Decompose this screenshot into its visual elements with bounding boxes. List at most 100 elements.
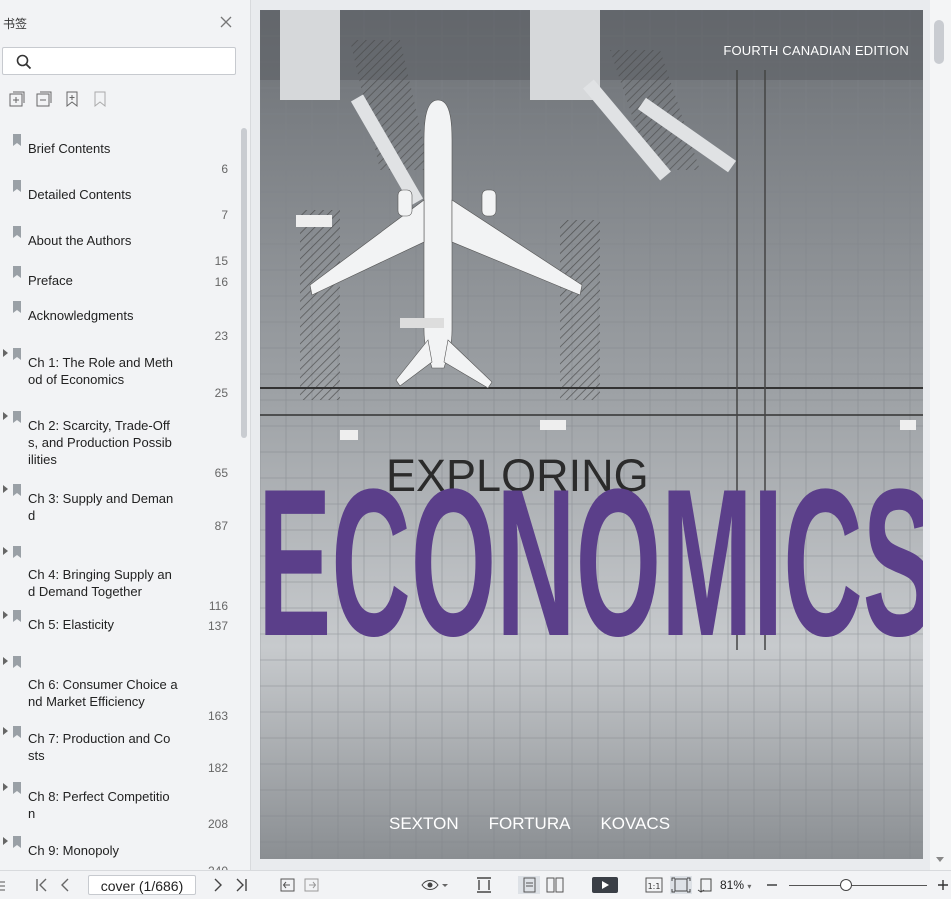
bookmark-item[interactable]: Ch 3: Supply and Deman d 87 <box>0 484 238 535</box>
expand-arrow-icon[interactable] <box>3 837 8 845</box>
bookmark-page-number: 182 <box>207 761 228 775</box>
bookmark-icon <box>13 546 21 558</box>
expand-arrow-icon[interactable] <box>3 349 8 357</box>
bookmark-item[interactable]: Ch 7: Production and Co sts 182 <box>0 726 238 777</box>
author-name: FORTURA <box>488 814 571 833</box>
bookmark-list: Brief Contents 6 Detailed Contents 7 About t… <box>0 128 238 870</box>
zoom-slider-track[interactable] <box>789 885 927 886</box>
document-view: FOURTH CANADIAN EDITION EXPLORING ECONOM… <box>251 0 951 870</box>
bookmark-item[interactable]: Ch 6: Consumer Choice a nd Market Effici… <box>0 656 238 725</box>
remove-bookmark-icon[interactable] <box>91 90 109 108</box>
bookmark-label: Ch 1: The Role and Meth od of Economics <box>28 355 174 387</box>
bookmark-item[interactable]: About the Authors 15 <box>0 226 238 270</box>
bookmark-label: Acknowledgments <box>28 308 134 323</box>
bookmark-page-number: 137 <box>207 619 228 633</box>
bookmark-item[interactable]: Brief Contents 6 <box>0 134 238 178</box>
bookmark-item[interactable]: Detailed Contents 7 <box>0 180 238 224</box>
bookmark-icon <box>13 836 21 848</box>
expand-arrow-icon[interactable] <box>3 727 8 735</box>
forward-icon[interactable] <box>303 876 321 894</box>
bookmark-icon <box>13 726 21 738</box>
sidebar-toggle-icon[interactable] <box>0 876 6 894</box>
scroll-down-icon[interactable] <box>935 856 945 864</box>
sidebar-scrollbar[interactable] <box>241 128 247 438</box>
slideshow-play-icon[interactable] <box>592 876 618 894</box>
zoom-slider-handle[interactable] <box>839 879 852 891</box>
bookmark-item[interactable]: Ch 8: Perfect Competitio n 208 <box>0 782 238 833</box>
bookmark-item[interactable]: Ch 1: The Role and Meth od of Economics 2… <box>0 348 238 402</box>
expand-arrow-icon[interactable] <box>3 657 8 665</box>
bookmark-page-number: 7 <box>221 208 228 222</box>
last-page-icon[interactable] <box>234 876 250 894</box>
scrollbar-thumb[interactable] <box>934 20 944 64</box>
bookmark-item[interactable]: Ch 5: Elasticity 137 <box>0 610 238 635</box>
two-page-icon[interactable] <box>545 876 565 894</box>
bookmark-page-number: 6 <box>221 162 228 176</box>
bookmark-label: Preface <box>28 273 73 288</box>
bookmark-icon <box>13 134 21 146</box>
view-mode-icon[interactable] <box>420 876 448 894</box>
bookmark-icon <box>13 411 21 423</box>
back-icon[interactable] <box>279 876 297 894</box>
search-input[interactable] <box>41 51 230 73</box>
bookmark-label: Ch 4: Bringing Supply an d Demand Togeth… <box>28 567 172 599</box>
bookmark-item[interactable]: Acknowledgments 23 <box>0 301 238 345</box>
bookmark-label: Ch 9: Monopoly <box>28 843 120 858</box>
add-bookmark-icon[interactable] <box>63 90 81 108</box>
bookmark-page-number: 15 <box>214 254 228 268</box>
expand-arrow-icon[interactable] <box>3 547 8 555</box>
panel-title: 书签 <box>3 17 28 31</box>
bookmark-icon <box>13 484 21 496</box>
bookmark-icon <box>13 782 21 794</box>
collapse-all-icon[interactable] <box>35 90 53 108</box>
expand-arrow-icon[interactable] <box>3 412 8 420</box>
bookmark-label: Detailed Contents <box>28 187 132 202</box>
edition-label: FOURTH CANADIAN EDITION <box>723 43 909 58</box>
bookmark-label: Ch 5: Elasticity <box>28 617 114 632</box>
zoom-in-icon[interactable] <box>936 876 950 894</box>
svg-text:1:1: 1:1 <box>648 882 661 891</box>
next-page-icon[interactable] <box>211 876 225 894</box>
bookmark-item[interactable]: Ch 9: Monopoly240 <box>0 836 238 870</box>
expand-all-icon[interactable] <box>8 90 26 108</box>
expand-arrow-icon[interactable] <box>3 485 8 493</box>
authors-line: SEXTON FORTURA KOVACS <box>389 814 700 834</box>
zoom-out-icon[interactable] <box>765 876 779 894</box>
bookmark-label: Brief Contents <box>28 141 111 156</box>
bookmark-icon <box>13 301 21 313</box>
single-page-icon[interactable] <box>518 876 540 894</box>
bookmark-item[interactable]: Preface 16 <box>0 266 238 291</box>
svg-text:ECONOMICS: ECONOMICS <box>260 470 923 660</box>
first-page-icon[interactable] <box>33 876 49 894</box>
previous-page-icon[interactable] <box>58 876 72 894</box>
bookmark-page-number: 16 <box>214 275 228 289</box>
bookmark-page-number: 65 <box>214 466 228 480</box>
bookmark-toolbar <box>0 90 250 110</box>
bookmark-label: About the Authors <box>28 233 132 248</box>
search-icon <box>16 54 32 70</box>
rotate-icon[interactable] <box>697 876 715 894</box>
bookmark-item[interactable]: Ch 2: Scarcity, Trade-Off s, and Product… <box>0 411 238 482</box>
bookmark-item[interactable]: Ch 4: Bringing Supply an d Demand Togeth… <box>0 546 238 615</box>
bookmark-icon <box>13 348 21 360</box>
bookmark-page-number: 163 <box>207 709 228 723</box>
expand-arrow-icon[interactable] <box>3 611 8 619</box>
zoom-level[interactable]: 81% ▾ <box>720 878 751 892</box>
expand-arrow-icon[interactable] <box>3 783 8 791</box>
bookmark-label: Ch 2: Scarcity, Trade-Off s, and Product… <box>28 418 172 467</box>
zoom-value: 81% <box>720 878 745 892</box>
fit-page-icon[interactable] <box>670 876 692 894</box>
bookmark-icon <box>13 266 21 278</box>
bookmark-label: Ch 8: Perfect Competitio n <box>28 789 170 821</box>
author-name: SEXTON <box>389 814 459 833</box>
bookmark-label: Ch 6: Consumer Choice a nd Market Effici… <box>28 677 178 709</box>
fit-width-icon[interactable] <box>475 876 493 894</box>
actual-size-icon[interactable]: 1:1 <box>645 876 663 894</box>
bookmark-icon <box>13 226 21 238</box>
page-number-input[interactable]: cover (1/686) <box>88 875 196 895</box>
bookmark-icon <box>13 656 21 668</box>
document-scrollbar[interactable] <box>930 0 951 870</box>
search-box[interactable] <box>2 47 236 75</box>
close-icon[interactable] <box>218 14 234 30</box>
bookmark-icon <box>13 180 21 192</box>
